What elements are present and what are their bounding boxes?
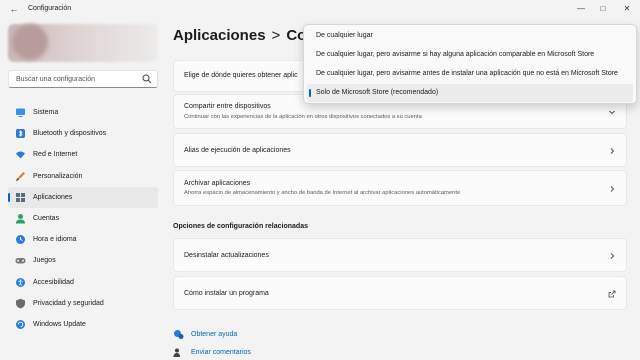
breadcrumb: Aplicaciones > Con bbox=[173, 27, 315, 44]
alias-card[interactable]: Alias de ejecución de aplicaciones bbox=[173, 133, 627, 167]
sidebar-item-label: Windows Update bbox=[33, 320, 86, 328]
dropdown-option[interactable]: De cualquier lugar bbox=[307, 27, 633, 45]
dropdown-option[interactable]: De cualquier lugar, pero avisarme antes … bbox=[307, 65, 633, 83]
help-icon bbox=[174, 329, 184, 339]
maximize-icon[interactable]: □ bbox=[592, 0, 614, 16]
install-source-dropdown[interactable]: De cualquier lugar De cualquier lugar, p… bbox=[303, 24, 637, 104]
sidebar-item-label: Sistema bbox=[33, 109, 59, 117]
search-input[interactable]: Buscar una configuración bbox=[8, 70, 158, 88]
title-bar: ← Configuración — □ ✕ bbox=[0, 0, 640, 18]
alias-title: Alias de ejecución de aplicaciones bbox=[184, 147, 291, 154]
minimize-icon[interactable]: — bbox=[570, 0, 592, 16]
breadcrumb-parent[interactable]: Aplicaciones bbox=[173, 27, 266, 44]
archive-desc: Ahorra espacio de almacenamiento y ancho… bbox=[184, 190, 461, 196]
dropdown-option-label: Solo de Microsoft Store (recomendado) bbox=[316, 89, 439, 96]
update-icon bbox=[16, 319, 25, 329]
window-title: Configuración bbox=[28, 5, 72, 12]
archive-title: Archivar aplicaciones bbox=[184, 180, 251, 187]
share-desc: Continuar con las experiencias de la apl… bbox=[184, 114, 422, 120]
person-icon bbox=[16, 214, 25, 224]
sidebar-item-label: Hora e idioma bbox=[33, 236, 77, 244]
install-source-title: Elige de dónde quieres obtener aplic bbox=[184, 72, 298, 79]
sidebar-item-label: Personalización bbox=[33, 172, 83, 180]
wifi-icon bbox=[16, 151, 25, 159]
back-arrow-icon[interactable]: ← bbox=[8, 4, 20, 14]
install-program-title: Cómo instalar un programa bbox=[184, 290, 269, 297]
uninstall-updates-title: Desinstalar actualizaciones bbox=[184, 252, 269, 259]
feedback-link-label[interactable]: Enviar comentarios bbox=[191, 349, 251, 356]
chevron-right-icon bbox=[610, 148, 615, 154]
install-program-card[interactable]: Cómo instalar un programa bbox=[173, 276, 627, 310]
dropdown-option-label: De cualquier lugar bbox=[316, 32, 373, 39]
external-link-icon bbox=[608, 290, 616, 298]
sidebar-item-sistema[interactable]: Sistema bbox=[8, 102, 158, 123]
sidebar-item-red[interactable]: Red e Internet bbox=[8, 144, 158, 165]
sidebar-item-label: Privacidad y seguridad bbox=[33, 299, 104, 307]
sidebar-item-aplicaciones[interactable]: Aplicaciones bbox=[8, 186, 158, 208]
sidebar-item-cuentas[interactable]: Cuentas bbox=[8, 208, 158, 229]
uninstall-updates-card[interactable]: Desinstalar actualizaciones bbox=[173, 238, 627, 272]
sidebar-item-windows-update[interactable]: Windows Update bbox=[8, 314, 158, 335]
dropdown-option[interactable]: De cualquier lugar, pero avisarme si hay… bbox=[307, 46, 633, 64]
chevron-right-icon bbox=[610, 186, 615, 192]
close-icon[interactable]: ✕ bbox=[616, 0, 638, 16]
gamepad-icon bbox=[15, 258, 26, 264]
share-title: Compartir entre dispositivos bbox=[184, 103, 271, 110]
archive-card[interactable]: Archivar aplicaciones Ahorra espacio de … bbox=[173, 170, 627, 206]
breadcrumb-separator: > bbox=[271, 27, 281, 44]
sidebar-item-label: Red e Internet bbox=[33, 151, 78, 159]
sidebar-item-personalizacion[interactable]: Personalización bbox=[8, 166, 158, 187]
sidebar-item-label: Aplicaciones bbox=[33, 193, 73, 201]
shield-icon bbox=[16, 298, 25, 309]
sidebar-nav: Sistema Bluetooth y dispositivos Red e I… bbox=[8, 102, 158, 335]
dropdown-option-label: De cualquier lugar, pero avisarme antes … bbox=[316, 70, 618, 77]
sidebar-item-juegos[interactable]: Juegos bbox=[8, 250, 158, 271]
globe-clock-icon bbox=[16, 235, 25, 245]
accessibility-icon bbox=[16, 277, 25, 287]
dropdown-option-selected[interactable]: Solo de Microsoft Store (recomendado) bbox=[307, 84, 633, 102]
sidebar-item-label: Juegos bbox=[33, 257, 56, 265]
sidebar-item-accesibilidad[interactable]: Accesibilidad bbox=[8, 272, 158, 293]
related-heading: Opciones de configuración relacionadas bbox=[173, 223, 308, 230]
sidebar-item-bluetooth[interactable]: Bluetooth y dispositivos bbox=[8, 123, 158, 144]
avatar[interactable] bbox=[12, 24, 48, 60]
apps-icon bbox=[16, 192, 25, 202]
chevron-down-icon bbox=[609, 110, 615, 115]
search-icon bbox=[142, 74, 152, 84]
help-link-label[interactable]: Obtener ayuda bbox=[191, 331, 237, 338]
sidebar-item-label: Accesibilidad bbox=[33, 278, 74, 286]
sidebar-item-privacidad[interactable]: Privacidad y seguridad bbox=[8, 293, 158, 314]
monitor-icon bbox=[16, 108, 25, 118]
dropdown-option-label: De cualquier lugar, pero avisarme si hay… bbox=[316, 51, 595, 58]
sidebar-item-label: Cuentas bbox=[33, 215, 60, 223]
feedback-icon bbox=[173, 348, 180, 357]
search-placeholder: Buscar una configuración bbox=[16, 76, 95, 83]
chevron-right-icon bbox=[610, 253, 615, 259]
bluetooth-icon bbox=[16, 129, 25, 139]
brush-icon bbox=[16, 171, 25, 181]
sidebar-item-hora[interactable]: Hora e idioma bbox=[8, 229, 158, 250]
sidebar-item-label: Bluetooth y dispositivos bbox=[33, 130, 107, 138]
